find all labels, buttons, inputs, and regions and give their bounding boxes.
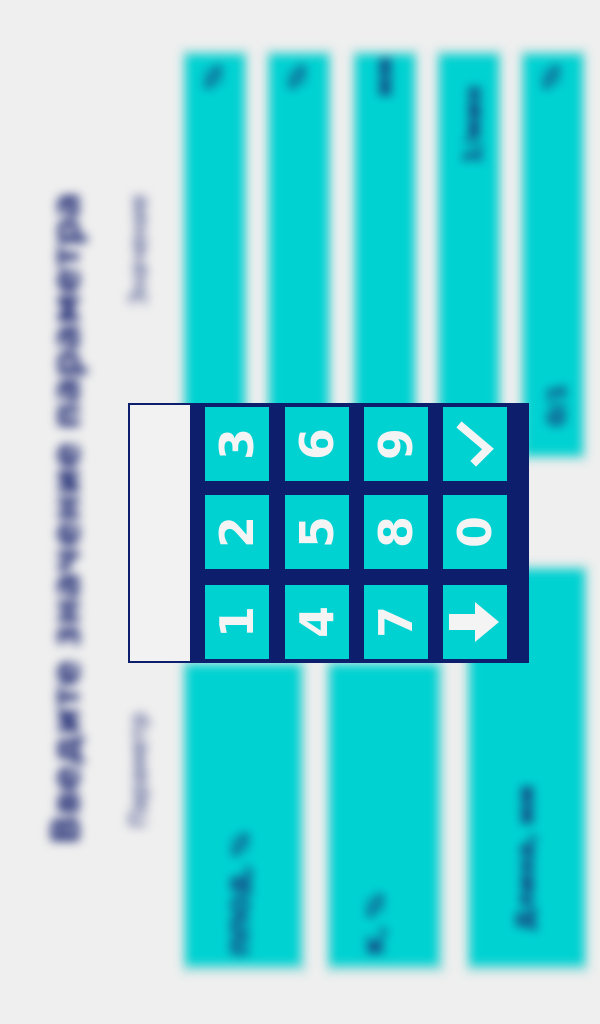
key-7-label: 7: [368, 605, 423, 639]
key-6-label: 6: [289, 427, 344, 461]
key-3-label: 3: [209, 427, 264, 461]
value-cell-3[interactable]: [356, 55, 414, 445]
key-8[interactable]: 8: [364, 495, 428, 569]
key-1-label: 1: [209, 605, 264, 639]
key-9-label: 9: [368, 427, 423, 461]
key-down[interactable]: [443, 585, 507, 659]
param-label-2: К, %: [362, 893, 390, 955]
unit-label-1: %: [200, 64, 228, 90]
key-8-label: 8: [368, 515, 423, 549]
value-label-5: 0/1: [543, 383, 571, 427]
key-2[interactable]: 2: [205, 495, 269, 569]
key-4-label: 4: [289, 605, 344, 639]
key-0[interactable]: 0: [443, 495, 507, 569]
key-enter[interactable]: [443, 407, 507, 481]
checkmark-icon: [456, 421, 494, 467]
screen-title: Введите значение параметра: [44, 192, 88, 844]
key-6[interactable]: 6: [285, 407, 349, 481]
unit-label-5: %: [538, 64, 566, 90]
key-0-label: 0: [447, 515, 502, 549]
key-2-label: 2: [209, 515, 264, 549]
value-cell-2[interactable]: [270, 55, 328, 445]
key-9[interactable]: 9: [364, 407, 428, 481]
key-1[interactable]: 1: [205, 585, 269, 659]
down-arrow-icon: [449, 602, 499, 642]
key-5[interactable]: 5: [285, 495, 349, 569]
keypad-display: [130, 405, 190, 661]
key-5-label: 5: [289, 515, 344, 549]
unit-label-3: мм: [370, 57, 398, 97]
value-cell-1[interactable]: [186, 55, 244, 445]
param-label-1: ППОД, %: [227, 832, 255, 956]
unit-label-4: 1/мин: [459, 85, 487, 165]
key-4[interactable]: 4: [285, 585, 349, 659]
header-parameter: Параметр: [127, 712, 152, 828]
header-value: Значение: [127, 194, 152, 306]
unit-label-2: %: [284, 64, 312, 90]
key-3[interactable]: 3: [205, 407, 269, 481]
key-7[interactable]: 7: [364, 585, 428, 659]
param-label-3: Длина, мм: [512, 785, 540, 931]
